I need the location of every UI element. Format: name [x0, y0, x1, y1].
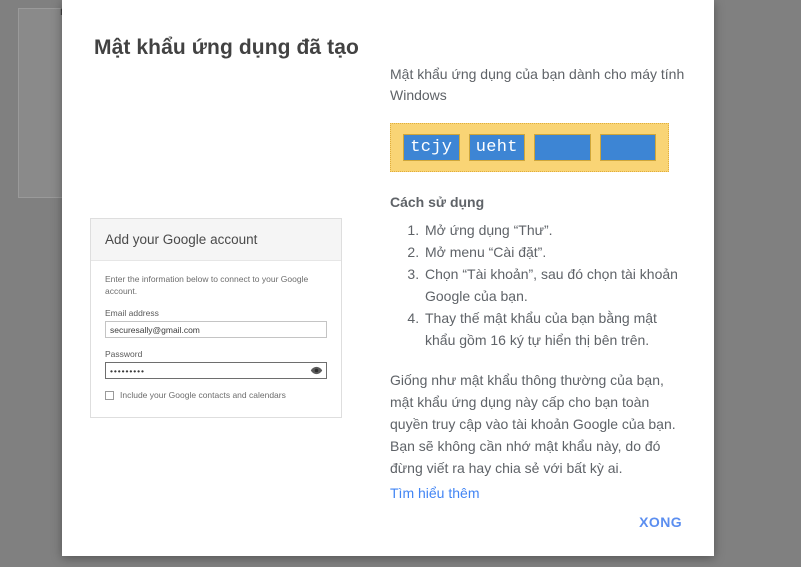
password-chunk: tcjy — [403, 134, 460, 161]
password-field-label: Password — [105, 349, 143, 359]
list-item: Thay thế mật khẩu của bạn bằng mật khẩu … — [423, 307, 690, 351]
eye-icon[interactable] — [310, 364, 323, 377]
how-to-use-heading: Cách sử dụng — [390, 194, 485, 210]
done-button[interactable]: XONG — [631, 508, 690, 536]
generated-password-box[interactable]: tcjy ueht — [390, 123, 669, 172]
include-contacts-row[interactable]: Include your Google contacts and calenda… — [105, 390, 327, 401]
password-field[interactable] — [105, 362, 327, 379]
app-password-dialog: Mật khẩu ứng dụng đã tạo Add your Google… — [62, 0, 714, 556]
security-note: Giống như mật khẩu thông thường của bạn,… — [390, 372, 676, 476]
list-item: Chọn “Tài khoản”, sau đó chọn tài khoản … — [423, 263, 690, 307]
password-chunk: ueht — [468, 134, 525, 161]
instructions-column: Mật khẩu ứng dụng của bạn dành cho máy t… — [390, 64, 690, 504]
password-field-wrapper — [105, 362, 327, 379]
list-item: Mở menu “Cài đặt”. — [423, 241, 690, 263]
list-item: Mở ứng dụng “Thư”. — [423, 219, 690, 241]
how-to-use-steps: Mở ứng dụng “Thư”. Mở menu “Cài đặt”. Ch… — [390, 219, 690, 351]
app-password-intro: Mật khẩu ứng dụng của bạn dành cho máy t… — [390, 66, 685, 103]
include-contacts-label: Include your Google contacts and calenda… — [120, 390, 286, 400]
include-contacts-checkbox[interactable] — [105, 391, 114, 400]
card-description: Enter the information below to connect t… — [105, 274, 309, 296]
password-chunk — [534, 134, 591, 161]
windows-account-card-container: Add your Google account Enter the inform… — [90, 218, 342, 418]
password-chunk — [599, 134, 656, 161]
dialog-title: Mật khẩu ứng dụng đã tạo — [94, 36, 359, 60]
add-google-account-card: Add your Google account Enter the inform… — [90, 218, 342, 418]
learn-more-link[interactable]: Tìm hiểu thêm — [390, 482, 479, 504]
card-header: Add your Google account — [91, 219, 341, 261]
card-title: Add your Google account — [105, 232, 258, 247]
card-body: Enter the information below to connect t… — [91, 261, 341, 417]
email-field-label: Email address — [105, 308, 159, 318]
email-field[interactable] — [105, 321, 327, 338]
